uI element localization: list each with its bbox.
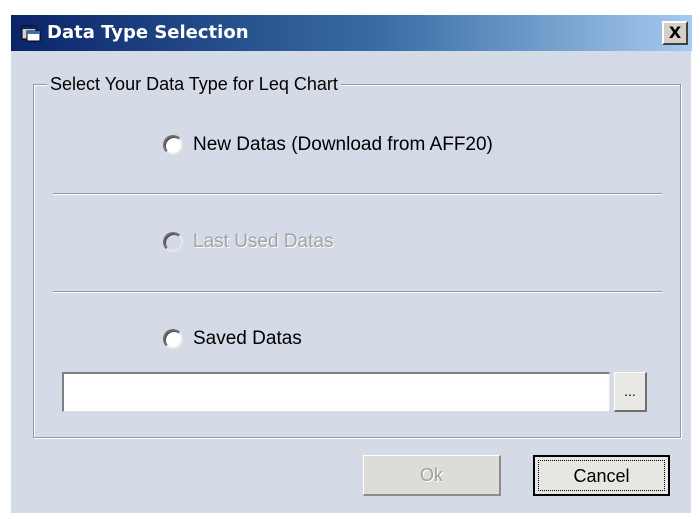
title-bar[interactable]: Data Type Selection X xyxy=(11,15,692,51)
cancel-button-label: Cancel xyxy=(538,460,665,491)
option-new-datas-label[interactable]: New Datas (Download from AFF20) xyxy=(193,133,493,157)
dialog-window: Data Type Selection X Select Your Data T… xyxy=(10,14,692,513)
close-icon: X xyxy=(668,23,682,42)
option-last-used-datas-label[interactable]: Last Used Datas xyxy=(193,230,333,254)
browse-button[interactable]: ... xyxy=(614,372,647,412)
cancel-button[interactable]: Cancel xyxy=(533,455,670,496)
saved-file-path-input[interactable] xyxy=(62,372,610,412)
groupbox-legend: Select Your Data Type for Leq Chart xyxy=(47,72,341,96)
radio-saved-datas[interactable] xyxy=(163,329,183,349)
option-last-used-datas[interactable]: Last Used Datas xyxy=(163,230,333,254)
option-saved-datas[interactable]: Saved Datas xyxy=(163,327,302,351)
window-title: Data Type Selection xyxy=(47,22,249,43)
radio-new-datas[interactable] xyxy=(163,135,183,155)
option-saved-datas-label[interactable]: Saved Datas xyxy=(193,327,302,351)
separator xyxy=(53,193,662,195)
separator xyxy=(53,291,662,293)
close-button[interactable]: X xyxy=(662,21,688,45)
ok-button[interactable]: Ok xyxy=(363,455,501,496)
radio-last-used-datas[interactable] xyxy=(163,232,183,252)
app-window-icon xyxy=(21,24,41,42)
option-new-datas[interactable]: New Datas (Download from AFF20) xyxy=(163,133,493,157)
